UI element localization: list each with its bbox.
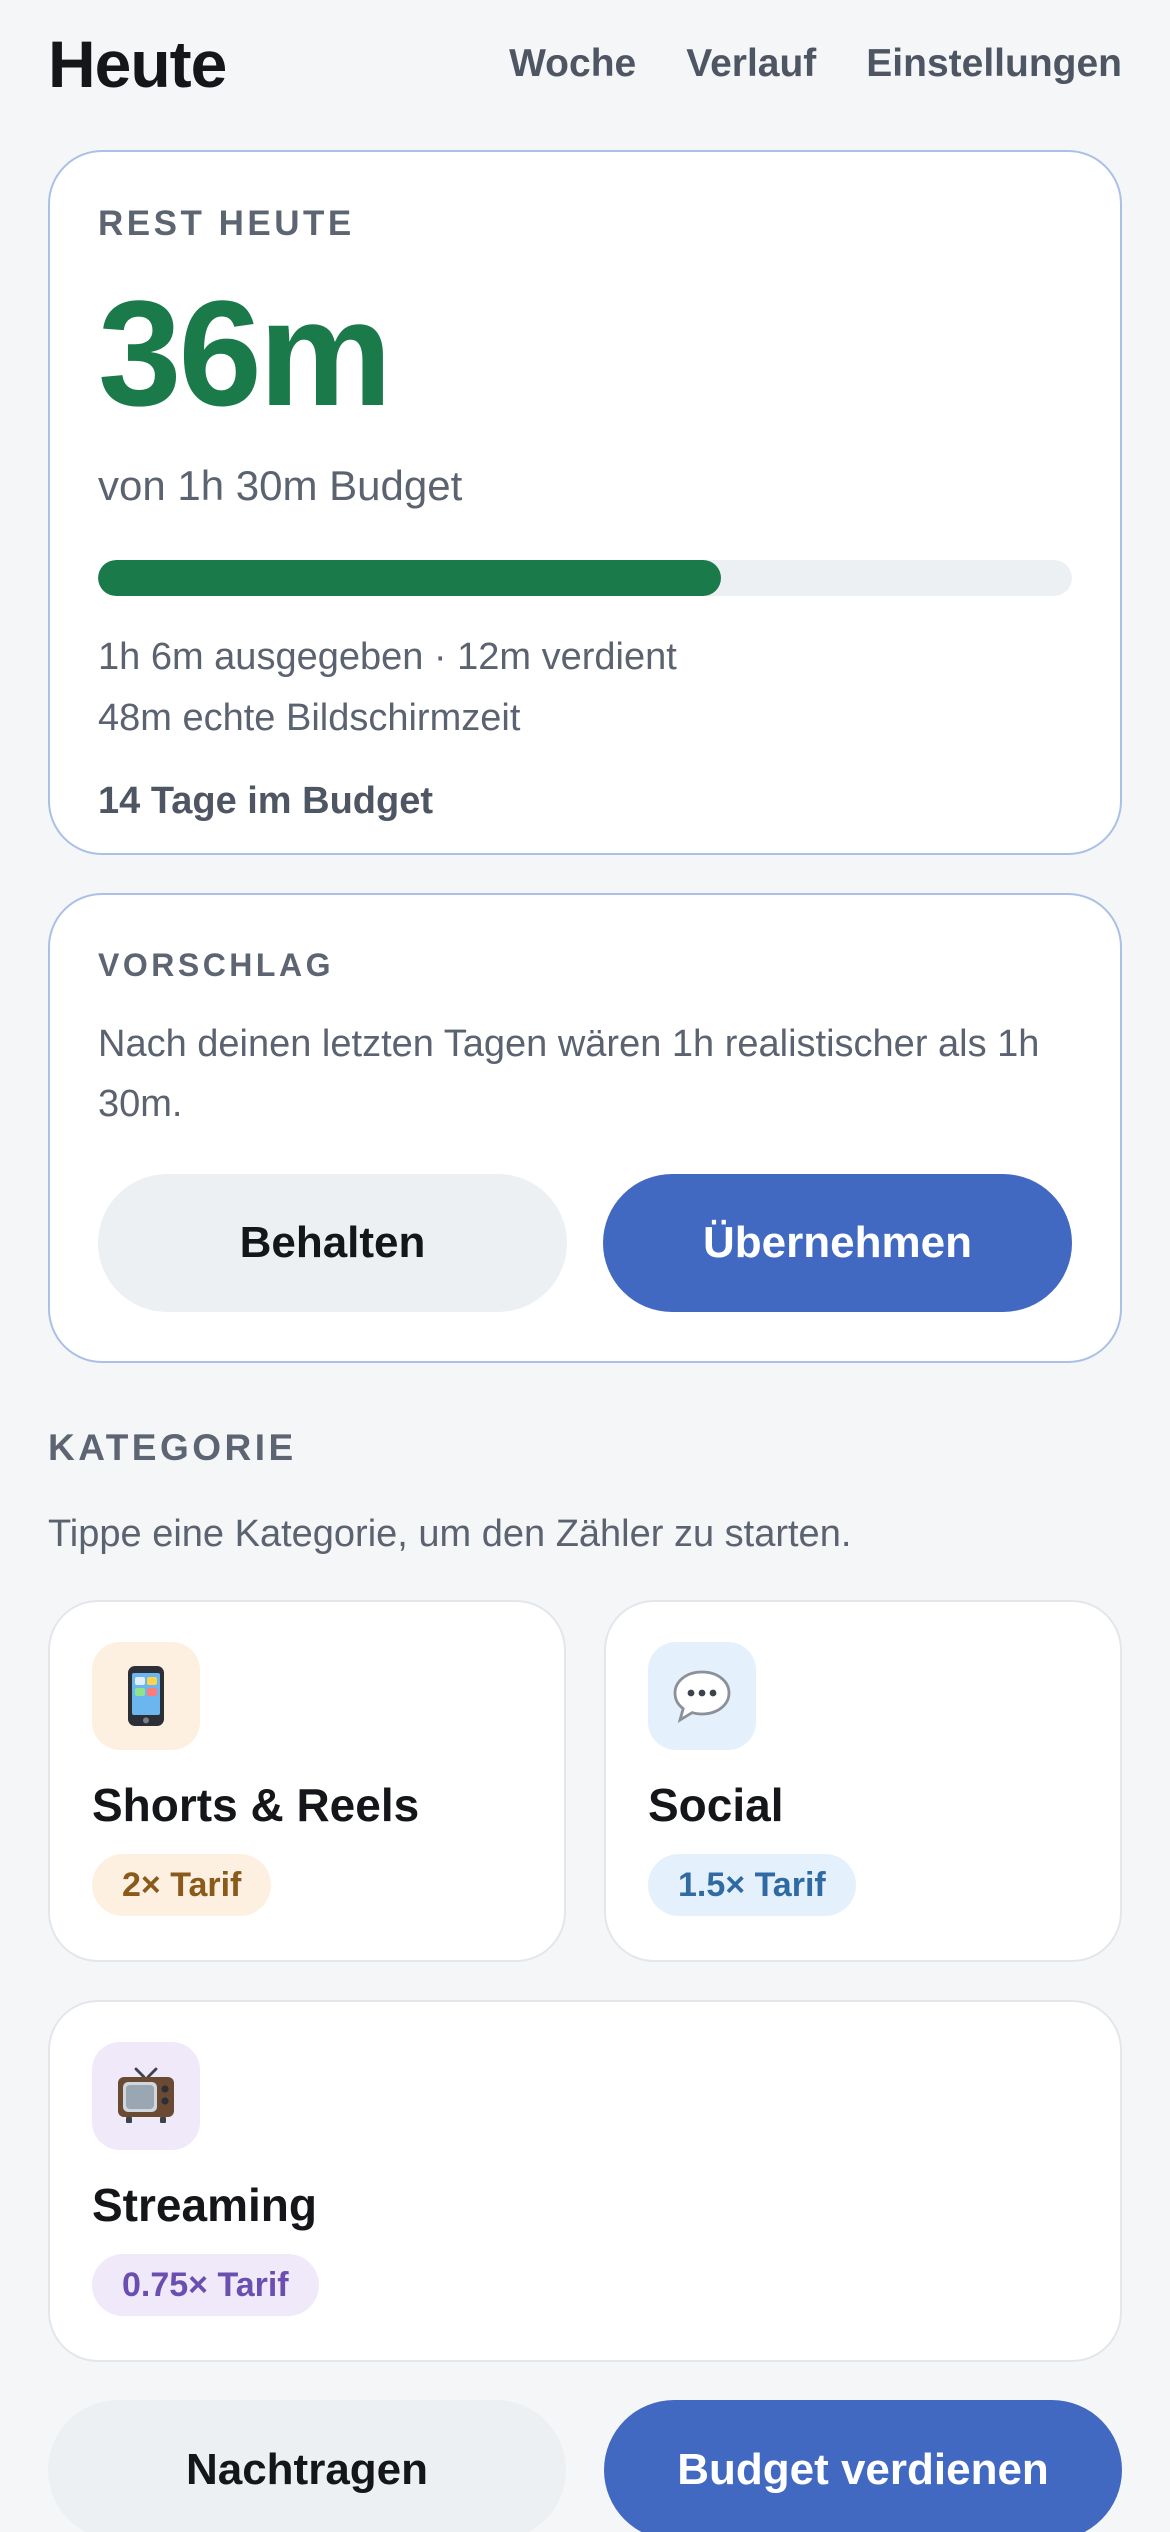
mobile-phone-icon bbox=[92, 1642, 200, 1750]
budget-progress-bar bbox=[98, 560, 1072, 596]
remaining-card: REST HEUTE 36m von 1h 30m Budget 1h 6m a… bbox=[48, 150, 1122, 855]
category-name: Shorts & Reels bbox=[92, 1779, 420, 1831]
remaining-value: 36m bbox=[98, 269, 392, 437]
category-grid: Shorts & Reels 2× Tarif Social 1.5× Tari… bbox=[48, 1600, 1122, 2362]
suggestion-text: Nach deinen letzten Tagen wären 1h reali… bbox=[98, 1023, 1040, 1125]
category-hint: Tippe eine Kategorie, um den Zähler zu s… bbox=[48, 1513, 852, 1555]
category-tile-social[interactable]: Social 1.5× Tarif bbox=[604, 1600, 1122, 1962]
suggestion-actions: Behalten Übernehmen bbox=[98, 1174, 1072, 1312]
nav-history[interactable]: Verlauf bbox=[686, 42, 816, 86]
nav-settings[interactable]: Einstellungen bbox=[866, 42, 1122, 86]
budget-progress-fill bbox=[98, 560, 722, 596]
suggestion-eyebrow: VORSCHLAG bbox=[98, 947, 334, 983]
nav-week[interactable]: Woche bbox=[509, 42, 636, 86]
category-section-title: KATEGORIE bbox=[48, 1427, 297, 1468]
earn-budget-button[interactable]: Budget verdienen bbox=[604, 2400, 1122, 2532]
remaining-eyebrow: REST HEUTE bbox=[98, 204, 355, 243]
category-name: Streaming bbox=[92, 2179, 317, 2231]
keep-button[interactable]: Behalten bbox=[98, 1174, 567, 1312]
category-tile-streaming[interactable]: Streaming 0.75× Tarif bbox=[48, 2000, 1122, 2362]
backfill-button[interactable]: Nachtragen bbox=[48, 2400, 566, 2532]
budget-streak: 14 Tage im Budget bbox=[98, 780, 434, 822]
speech-bubble-icon bbox=[648, 1642, 756, 1750]
category-tile-shorts-reels[interactable]: Shorts & Reels 2× Tarif bbox=[48, 1600, 566, 1962]
today-screen: Heute Woche Verlauf Einstellungen REST H… bbox=[0, 0, 1170, 2532]
suggestion-card: VORSCHLAG Nach deinen letzten Tagen wäre… bbox=[48, 893, 1122, 1363]
bottom-actions: Nachtragen Budget verdienen bbox=[48, 2400, 1122, 2532]
rate-badge: 0.75× Tarif bbox=[92, 2254, 319, 2316]
accept-button[interactable]: Übernehmen bbox=[603, 1174, 1072, 1312]
rate-badge: 2× Tarif bbox=[92, 1854, 272, 1916]
budget-total: von 1h 30m Budget bbox=[98, 462, 463, 509]
spent-earned-stat: 1h 6m ausgegeben · 12m verdient bbox=[98, 636, 677, 678]
category-name: Social bbox=[648, 1779, 784, 1831]
page-title: Heute bbox=[48, 27, 227, 101]
screen-time-stat: 48m echte Bildschirmzeit bbox=[98, 697, 521, 739]
rate-badge: 1.5× Tarif bbox=[648, 1854, 856, 1916]
television-icon bbox=[92, 2042, 200, 2150]
top-nav: Woche Verlauf Einstellungen bbox=[509, 42, 1122, 86]
top-bar: Heute Woche Verlauf Einstellungen bbox=[48, 0, 1122, 128]
